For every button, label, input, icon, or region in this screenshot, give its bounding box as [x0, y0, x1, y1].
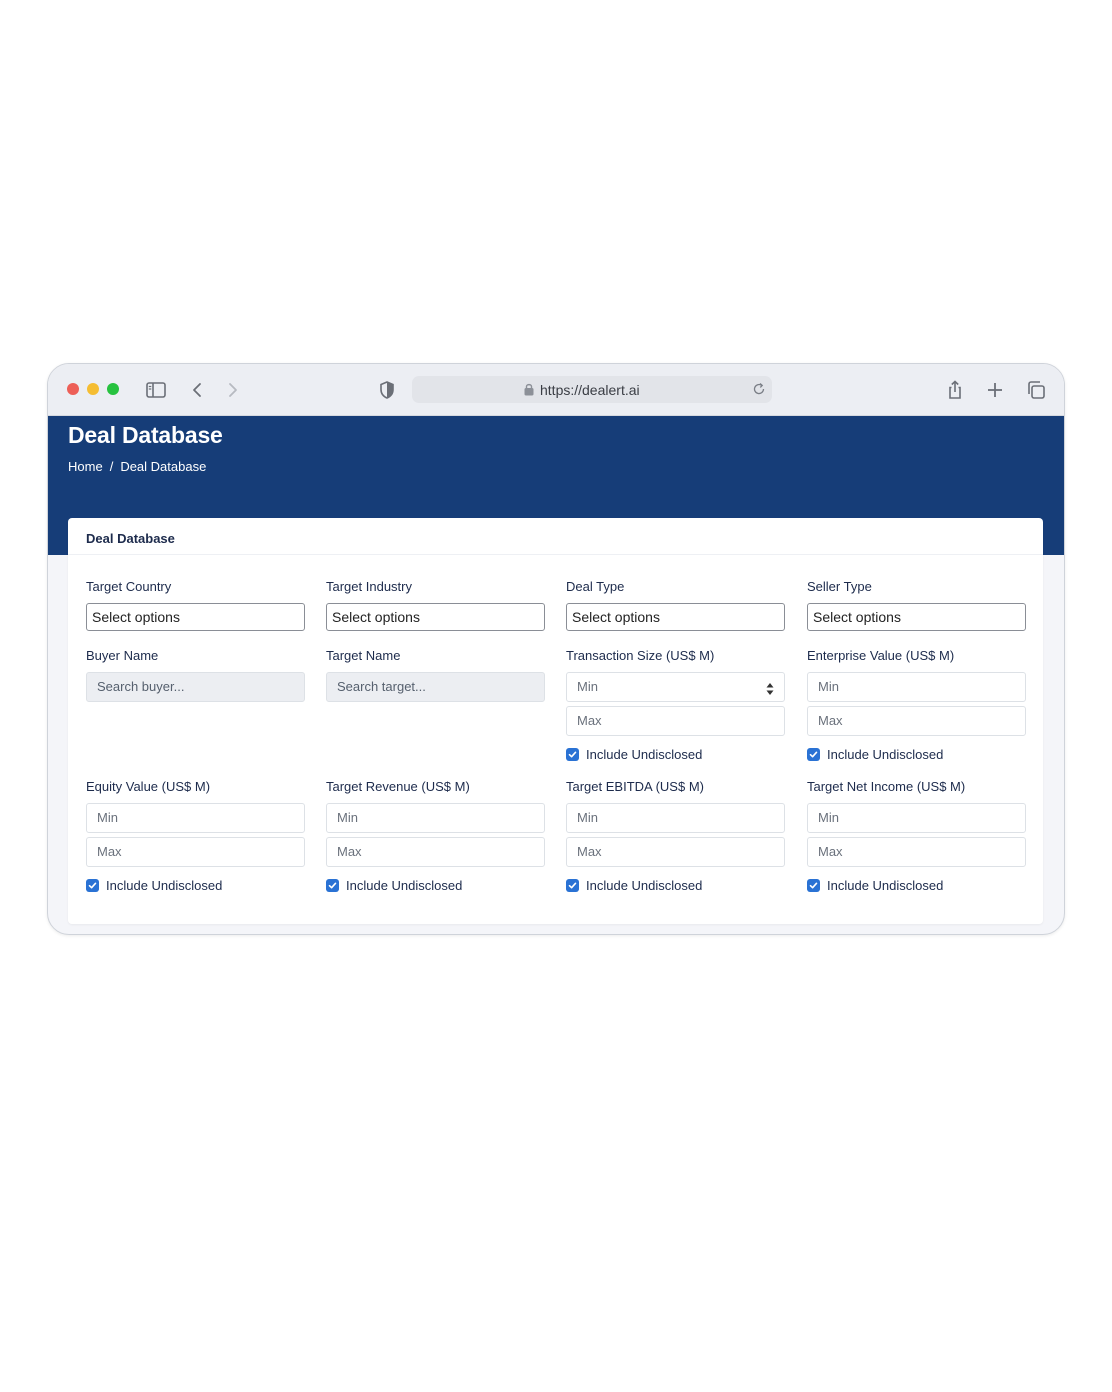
include-undisclosed-label: Include Undisclosed [827, 746, 944, 762]
page-title: Deal Database [68, 422, 223, 448]
transaction-size-include-undisclosed[interactable]: Include Undisclosed [566, 746, 785, 762]
target-net-income-field: Target Net Income (US$ M) Min Max Includ… [807, 779, 1026, 893]
deal-type-field: Deal Type Select options [566, 579, 785, 631]
browser-toolbar: https://dealert.ai [48, 364, 1064, 416]
lock-icon [524, 383, 534, 401]
number-stepper-icon[interactable] [766, 679, 774, 695]
checkbox-checked-icon[interactable] [326, 878, 339, 892]
address-bar[interactable]: https://dealert.ai [412, 376, 772, 403]
buyer-name-search-input[interactable]: Search buyer... [86, 672, 305, 702]
transaction-size-max-input[interactable]: Max [566, 706, 785, 736]
target-ebitda-include-undisclosed[interactable]: Include Undisclosed [566, 877, 785, 893]
transaction-size-field: Transaction Size (US$ M) Min Max Include… [566, 648, 785, 762]
target-revenue-max-input[interactable]: Max [326, 837, 545, 867]
include-undisclosed-label: Include Undisclosed [106, 877, 223, 893]
minimize-window-button[interactable] [87, 383, 99, 395]
target-country-select[interactable]: Select options [86, 603, 305, 631]
filter-card: Deal Database Target Country Select opti… [68, 518, 1043, 924]
equity-value-min-input[interactable]: Min [86, 803, 305, 833]
include-undisclosed-label: Include Undisclosed [586, 877, 703, 893]
share-icon[interactable] [943, 378, 967, 402]
target-country-label: Target Country [86, 579, 172, 594]
target-industry-select[interactable]: Select options [326, 603, 545, 631]
enterprise-value-include-undisclosed[interactable]: Include Undisclosed [807, 746, 1026, 762]
target-net-income-max-input[interactable]: Max [807, 837, 1026, 867]
target-name-field: Target Name Search target... [326, 648, 545, 702]
checkbox-checked-icon[interactable] [566, 747, 579, 761]
enterprise-value-field: Enterprise Value (US$ M) Min Max Include… [807, 648, 1026, 762]
buyer-name-field: Buyer Name Search buyer... [86, 648, 305, 702]
transaction-size-label: Transaction Size (US$ M) [566, 648, 715, 663]
new-tab-plus-icon[interactable] [983, 378, 1007, 402]
checkbox-checked-icon[interactable] [566, 878, 579, 892]
seller-type-select[interactable]: Select options [807, 603, 1026, 631]
seller-type-field: Seller Type Select options [807, 579, 1026, 631]
target-industry-field: Target Industry Select options [326, 579, 545, 631]
reload-icon[interactable] [752, 382, 766, 401]
seller-type-label: Seller Type [807, 579, 872, 594]
include-undisclosed-label: Include Undisclosed [586, 746, 703, 762]
target-net-income-include-undisclosed[interactable]: Include Undisclosed [807, 877, 1026, 893]
browser-window: https://dealert.ai Deal Database Home / De… [47, 363, 1065, 935]
target-ebitda-label: Target EBITDA (US$ M) [566, 779, 704, 794]
transaction-size-min-placeholder: Min [577, 679, 598, 694]
zoom-window-button[interactable] [107, 383, 119, 395]
target-revenue-include-undisclosed[interactable]: Include Undisclosed [326, 877, 545, 893]
checkbox-checked-icon[interactable] [86, 878, 99, 892]
enterprise-value-max-input[interactable]: Max [807, 706, 1026, 736]
include-undisclosed-label: Include Undisclosed [346, 877, 463, 893]
buyer-name-label: Buyer Name [86, 648, 159, 663]
target-revenue-min-input[interactable]: Min [326, 803, 545, 833]
target-country-field: Target Country Select options [86, 579, 305, 631]
equity-value-field: Equity Value (US$ M) Min Max Include Und… [86, 779, 305, 893]
privacy-shield-icon[interactable] [375, 378, 399, 402]
breadcrumb-home-link[interactable]: Home [68, 459, 103, 474]
target-ebitda-max-input[interactable]: Max [566, 837, 785, 867]
transaction-size-min-input[interactable]: Min [566, 672, 785, 702]
target-revenue-label: Target Revenue (US$ M) [326, 779, 470, 794]
equity-value-max-input[interactable]: Max [86, 837, 305, 867]
deal-type-label: Deal Type [566, 579, 625, 594]
target-name-search-input[interactable]: Search target... [326, 672, 545, 702]
sidebar-toggle-icon[interactable] [144, 378, 168, 402]
card-divider [68, 554, 1043, 555]
include-undisclosed-label: Include Undisclosed [827, 877, 944, 893]
equity-value-label: Equity Value (US$ M) [86, 779, 211, 794]
target-net-income-label: Target Net Income (US$ M) [807, 779, 966, 794]
target-ebitda-field: Target EBITDA (US$ M) Min Max Include Un… [566, 779, 785, 893]
equity-value-include-undisclosed[interactable]: Include Undisclosed [86, 877, 305, 893]
enterprise-value-min-input[interactable]: Min [807, 672, 1026, 702]
url-text: https://dealert.ai [540, 382, 640, 398]
enterprise-value-label: Enterprise Value (US$ M) [807, 648, 955, 663]
deal-type-select[interactable]: Select options [566, 603, 785, 631]
tab-overview-icon[interactable] [1024, 378, 1048, 402]
card-title: Deal Database [86, 531, 175, 546]
back-arrow-icon[interactable] [186, 378, 210, 402]
target-net-income-min-input[interactable]: Min [807, 803, 1026, 833]
checkbox-checked-icon[interactable] [807, 878, 820, 892]
target-industry-label: Target Industry [326, 579, 412, 594]
target-ebitda-min-input[interactable]: Min [566, 803, 785, 833]
breadcrumb-current: Deal Database [120, 459, 207, 474]
target-name-label: Target Name [326, 648, 401, 663]
forward-arrow-icon[interactable] [220, 378, 244, 402]
target-revenue-field: Target Revenue (US$ M) Min Max Include U… [326, 779, 545, 893]
breadcrumb: Home / Deal Database [68, 459, 206, 474]
breadcrumb-separator: / [109, 459, 114, 474]
checkbox-checked-icon[interactable] [807, 747, 820, 761]
close-window-button[interactable] [67, 383, 79, 395]
